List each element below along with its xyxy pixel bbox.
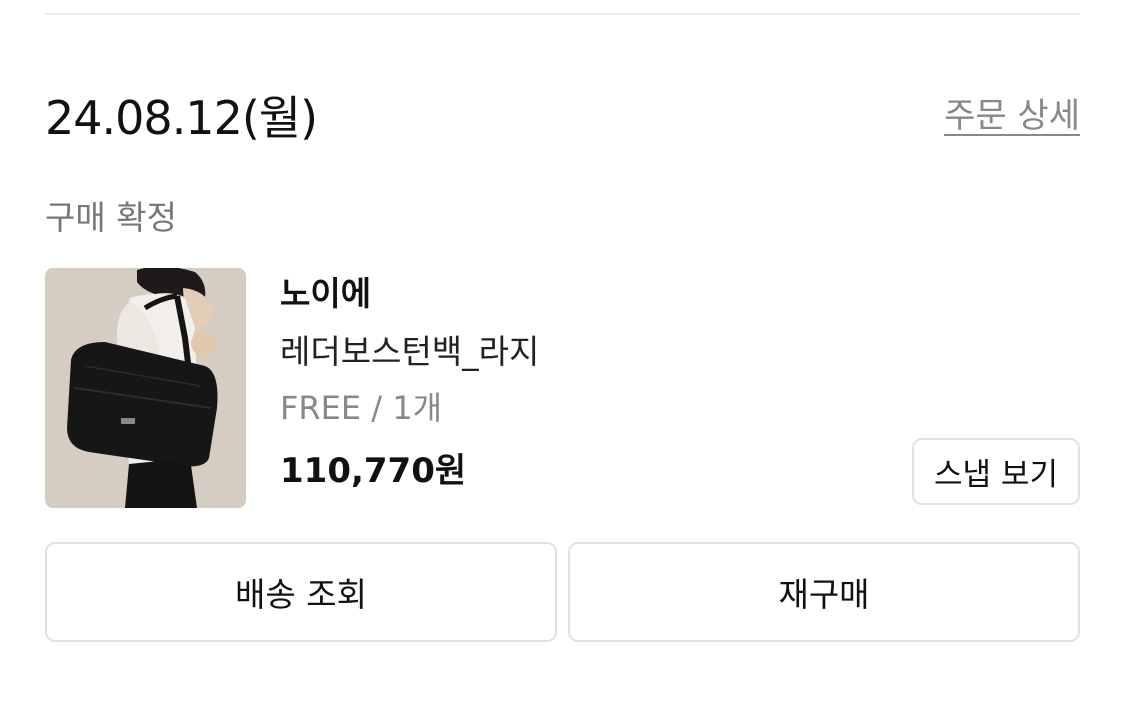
- product-option: FREE / 1개: [280, 389, 443, 427]
- top-divider: [45, 13, 1080, 15]
- product-price: 110,770원: [280, 451, 467, 491]
- product-image[interactable]: [45, 268, 246, 508]
- order-date: 24.08.12(월): [45, 91, 318, 145]
- track-delivery-button[interactable]: 배송 조회: [45, 542, 557, 642]
- product-brand[interactable]: 노이에: [280, 273, 371, 315]
- product-name[interactable]: 레더보스턴백_라지: [280, 331, 539, 373]
- rebuy-button[interactable]: 재구매: [568, 542, 1080, 642]
- product-photo-icon: [45, 268, 246, 508]
- snap-view-button[interactable]: 스냅 보기: [912, 438, 1080, 505]
- order-detail-link[interactable]: 주문 상세: [944, 94, 1080, 138]
- order-status: 구매 확정: [45, 198, 177, 237]
